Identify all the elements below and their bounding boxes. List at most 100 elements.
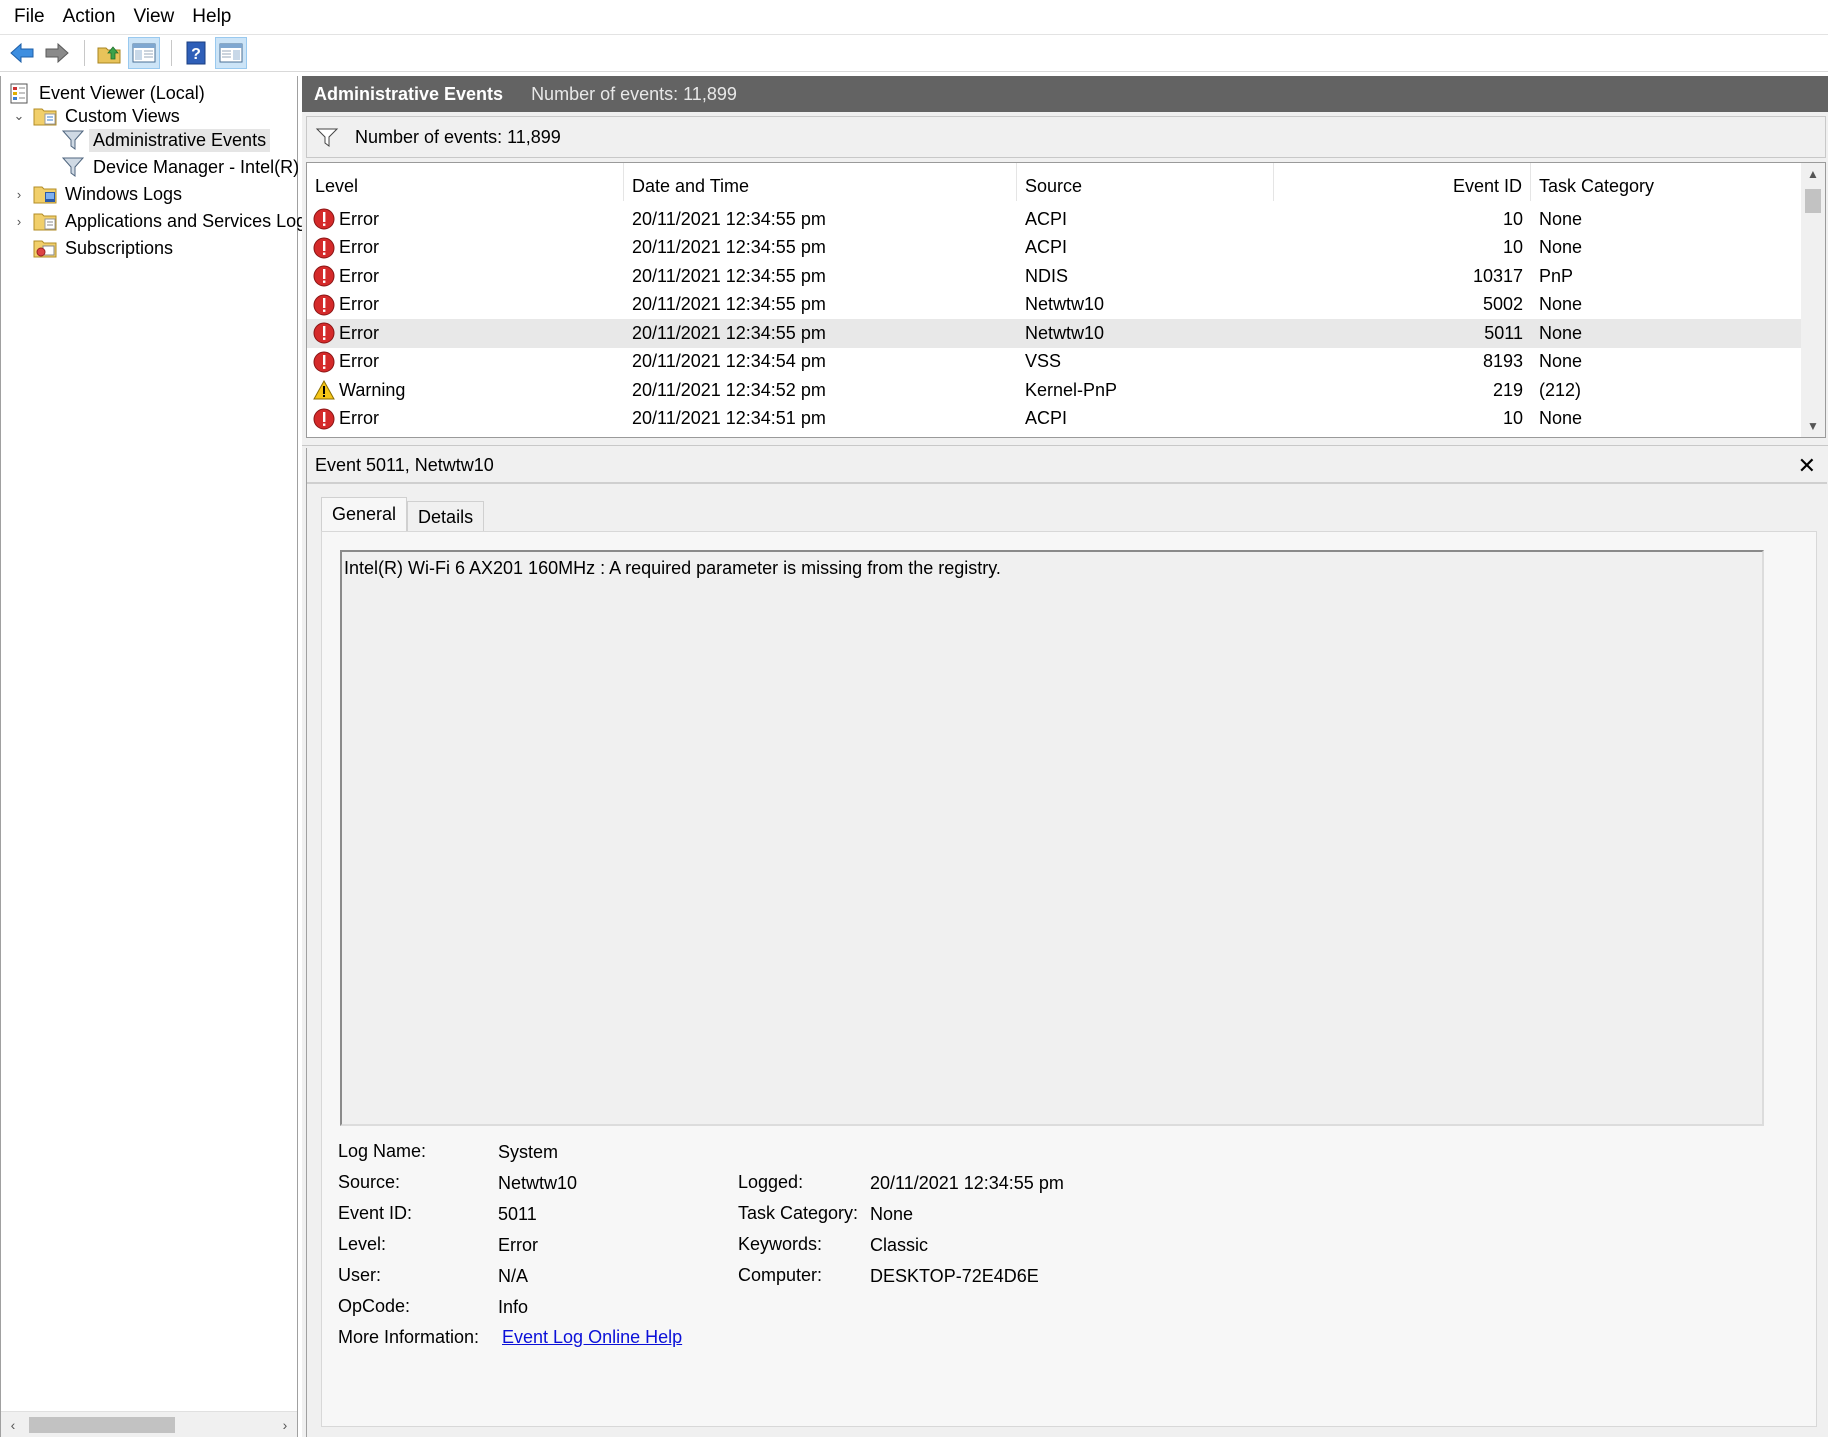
view-title: Administrative Events — [314, 83, 504, 104]
level-text: Error — [339, 322, 379, 343]
back-button[interactable] — [6, 37, 38, 69]
tree-item-device-manager[interactable]: Device Manager - Intel(R) — [61, 154, 303, 180]
level-label: Level: — [338, 1234, 387, 1254]
tree-item-applications-and-services-logs[interactable]: › Applications and Services Log — [11, 208, 310, 234]
datetime-cell: 20/11/2021 12:34:52 pm — [632, 379, 826, 400]
level-text: Error — [339, 237, 379, 258]
table-row[interactable]: Error 20/11/2021 12:34:51 pm ACPI 10 None — [307, 405, 1801, 434]
table-row[interactable]: Error 20/11/2021 12:34:55 pm Netwtw10 5011 N… — [307, 319, 1801, 348]
help-icon: ? — [186, 41, 206, 65]
event-id-label: Event ID: — [338, 1203, 413, 1223]
column-header-date-and-time[interactable]: Date and Time — [624, 163, 1017, 201]
warning-icon — [313, 379, 335, 401]
error-icon — [313, 265, 335, 287]
show-hide-console-tree-icon — [132, 43, 156, 63]
column-header-level[interactable]: Level — [307, 163, 624, 201]
tree-item-label: Applications and Services Log — [65, 210, 307, 231]
table-row[interactable]: Error 20/11/2021 12:34:55 pm ACPI 10 None — [307, 205, 1801, 234]
column-header-task-category[interactable]: Task Category — [1531, 163, 1801, 201]
task-category-cell: None — [1539, 322, 1583, 343]
event-id-cell: 10 — [1502, 208, 1523, 229]
event-id-cell: 10 — [1502, 408, 1523, 429]
forward-arrow-icon — [45, 42, 69, 64]
tree-item-administrative-events[interactable]: Administrative Events — [61, 127, 271, 153]
chevron-down-icon[interactable]: ⌄ — [11, 108, 27, 124]
results-pane: Administrative Events Number of events: … — [302, 76, 1828, 1437]
log-name-value: System — [498, 1142, 559, 1162]
subscriptions-icon — [33, 236, 57, 260]
back-arrow-icon — [10, 42, 34, 64]
user-label: User: — [338, 1265, 382, 1285]
tree-horizontal-scrollbar[interactable]: ‹ › — [1, 1411, 297, 1437]
tree-item-label: Windows Logs — [65, 183, 183, 204]
events-table-header: Level Date and Time Source Event ID Task… — [307, 163, 1801, 201]
menu-help[interactable]: Help — [183, 0, 240, 33]
tab-general[interactable]: General — [321, 497, 408, 531]
scrollbar-thumb[interactable] — [1805, 189, 1821, 213]
events-table: Level Date and Time Source Event ID Task… — [306, 162, 1826, 438]
menu-view[interactable]: View — [124, 0, 183, 33]
table-row[interactable]: Error 20/11/2021 12:34:54 pm VSS 8193 None — [307, 348, 1801, 377]
column-header-event-id[interactable]: Event ID — [1274, 163, 1531, 201]
scroll-up-icon[interactable]: ▲ — [1801, 163, 1825, 185]
show-hide-console-tree-button[interactable] — [128, 37, 160, 69]
logged-label: Logged: — [738, 1172, 804, 1192]
tree-item-subscriptions[interactable]: Subscriptions — [33, 235, 177, 261]
chevron-right-icon[interactable]: › — [11, 186, 27, 202]
level-cell: Error — [307, 208, 624, 230]
scroll-right-icon[interactable]: › — [273, 1412, 297, 1437]
level-cell: Error — [307, 322, 624, 344]
view-event-count: Number of events: 11,899 — [531, 83, 737, 104]
table-row[interactable]: Error 20/11/2021 12:34:55 pm Netwtw10 5002 N… — [307, 291, 1801, 320]
event-id-cell: 5011 — [1484, 322, 1523, 343]
tab-details[interactable]: Details — [407, 501, 485, 531]
menu-file[interactable]: File — [6, 0, 54, 33]
level-cell: Error — [307, 265, 624, 287]
tree-item-label: Device Manager - Intel(R) — [93, 156, 300, 177]
scroll-left-icon[interactable]: ‹ — [1, 1412, 25, 1437]
forward-button[interactable] — [41, 37, 73, 69]
keywords-value: Classic — [870, 1235, 929, 1255]
datetime-cell: 20/11/2021 12:34:55 pm — [632, 322, 826, 343]
chevron-right-icon[interactable]: › — [11, 213, 27, 229]
tree-item-label: Event Viewer (Local) — [39, 82, 205, 103]
tree-item-windows-logs[interactable]: › Windows Logs — [11, 181, 186, 207]
pane-splitter[interactable] — [302, 440, 1828, 446]
level-text: Error — [339, 351, 379, 372]
level-text: Error — [339, 294, 379, 315]
table-row[interactable]: Error 20/11/2021 12:34:55 pm ACPI 10 None — [307, 234, 1801, 263]
table-row[interactable]: Error 20/11/2021 12:34:55 pm NDIS 10317 PnP — [307, 262, 1801, 291]
svg-text:?: ? — [191, 46, 201, 63]
events-vertical-scrollbar[interactable]: ▲ ▼ — [1801, 163, 1825, 437]
show-hide-action-pane-button[interactable] — [215, 37, 247, 69]
event-description[interactable]: Intel(R) Wi-Fi 6 AX201 160MHz : A requir… — [340, 550, 1764, 1126]
level-text: Error — [339, 208, 379, 229]
more-information-label: More Information: — [338, 1327, 480, 1347]
event-detail-title: Event 5011, Netwtw10 — [307, 448, 1827, 484]
toolbar: ? — [0, 34, 1828, 72]
filter-bar: Number of events: 11,899 — [306, 116, 1826, 158]
menu-action[interactable]: Action — [54, 0, 125, 33]
up-one-level-button[interactable] — [93, 37, 125, 69]
tree-item-custom-views[interactable]: ⌄ Custom Views — [11, 103, 184, 129]
error-icon — [313, 351, 335, 373]
detail-tabs: General Details — [321, 497, 485, 531]
error-icon — [313, 208, 335, 230]
source-cell: ACPI — [1025, 237, 1068, 258]
opcode-value: Info — [498, 1297, 529, 1317]
task-category-cell: None — [1539, 208, 1583, 229]
help-button[interactable]: ? — [180, 37, 212, 69]
event-log-online-help-link[interactable]: Event Log Online Help — [502, 1327, 682, 1348]
close-icon[interactable]: ✕ — [1798, 448, 1816, 484]
filter-icon[interactable] — [315, 126, 339, 148]
log-name-label: Log Name: — [338, 1141, 427, 1161]
datetime-cell: 20/11/2021 12:34:51 pm — [632, 408, 826, 429]
event-id-cell: 10 — [1502, 237, 1523, 258]
error-icon — [313, 294, 335, 316]
scrollbar-thumb[interactable] — [29, 1417, 175, 1433]
table-row[interactable]: Warning 20/11/2021 12:34:52 pm Kernel-PnP 2… — [307, 376, 1801, 405]
scroll-down-icon[interactable]: ▼ — [1801, 415, 1825, 437]
task-category-label: Task Category: — [738, 1203, 859, 1223]
folder-icon — [33, 182, 57, 206]
column-header-source[interactable]: Source — [1017, 163, 1274, 201]
